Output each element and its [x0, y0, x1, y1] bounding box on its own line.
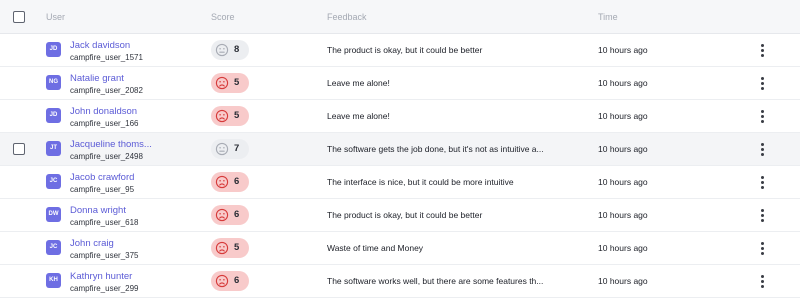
table-row[interactable]: JD Jack davidson campfire_user_1571 8 The pr…: [0, 34, 800, 67]
table-row[interactable]: JD John donaldson campfire_user_166 5 Leave …: [0, 100, 800, 133]
sad-face-icon: [215, 208, 229, 222]
column-header-feedback[interactable]: Feedback: [327, 12, 367, 22]
score-badge: 6: [211, 205, 249, 225]
user-handle: campfire_user_2498: [70, 152, 143, 161]
column-header-user[interactable]: User: [46, 12, 65, 22]
feedback-text: The interface is nice, but it could be m…: [327, 177, 514, 187]
neutral-face-icon: [215, 142, 229, 156]
sad-face-icon: [215, 109, 229, 123]
timestamp: 10 hours ago: [598, 210, 648, 220]
column-header-score[interactable]: Score: [211, 12, 235, 22]
score-value: 8: [234, 44, 240, 55]
avatar: NG: [46, 75, 61, 90]
avatar: JC: [46, 240, 61, 255]
feedback-text: Waste of time and Money: [327, 243, 424, 253]
score-value: 6: [234, 176, 240, 187]
user-handle: campfire_user_2082: [70, 86, 143, 95]
timestamp: 10 hours ago: [598, 144, 648, 154]
user-name-link[interactable]: John donaldson: [70, 106, 137, 117]
table-row[interactable]: JT Jacqueline thoms... campfire_user_2498 7…: [0, 133, 800, 166]
score-value: 6: [234, 209, 240, 220]
table-row[interactable]: KH Kathryn hunter campfire_user_299 6 The so…: [0, 265, 800, 298]
user-name-link[interactable]: Jacqueline thoms...: [70, 139, 152, 150]
user-handle: campfire_user_1571: [70, 53, 143, 62]
score-value: 5: [234, 242, 240, 253]
avatar: DW: [46, 207, 61, 222]
avatar: JD: [46, 108, 61, 123]
score-badge: 7: [211, 139, 249, 159]
table-row[interactable]: JC John craig campfire_user_375 5 Waste of t…: [0, 232, 800, 265]
sad-face-icon: [215, 175, 229, 189]
feedback-text: Leave me alone!: [327, 111, 390, 121]
score-badge: 8: [211, 40, 249, 60]
more-options-icon[interactable]: [757, 142, 769, 156]
feedback-text: The product is okay, but it could be bet…: [327, 45, 483, 55]
table-row[interactable]: NG Natalie grant campfire_user_2082 5 Leave …: [0, 67, 800, 100]
neutral-face-icon: [215, 43, 229, 57]
avatar: KH: [46, 273, 61, 288]
more-options-icon[interactable]: [757, 109, 769, 123]
timestamp: 10 hours ago: [598, 243, 648, 253]
more-options-icon[interactable]: [757, 274, 769, 288]
column-header-time[interactable]: Time: [598, 12, 618, 22]
score-badge: 5: [211, 238, 249, 258]
more-options-icon[interactable]: [757, 208, 769, 222]
sad-face-icon: [215, 76, 229, 90]
feedback-text: Leave me alone!: [327, 78, 390, 88]
score-badge: 5: [211, 73, 249, 93]
more-options-icon[interactable]: [757, 175, 769, 189]
user-name-link[interactable]: Natalie grant: [70, 73, 124, 84]
table-header: User Score Feedback Time: [0, 0, 800, 34]
user-name-link[interactable]: Jack davidson: [70, 40, 130, 51]
user-handle: campfire_user_299: [70, 284, 139, 293]
feedback-text: The product is okay, but it could be bet…: [327, 210, 483, 220]
more-options-icon[interactable]: [757, 76, 769, 90]
row-checkbox[interactable]: [13, 143, 25, 155]
user-handle: campfire_user_95: [70, 185, 135, 194]
sad-face-icon: [215, 241, 229, 255]
feedback-text: The software works well, but there are s…: [327, 276, 544, 286]
user-handle: campfire_user_618: [70, 218, 139, 227]
table-row[interactable]: JC Jacob crawford campfire_user_95 6 The int…: [0, 166, 800, 199]
table-row[interactable]: DW Donna wright campfire_user_618 6 The prod…: [0, 199, 800, 232]
timestamp: 10 hours ago: [598, 177, 648, 187]
more-options-icon[interactable]: [757, 241, 769, 255]
score-value: 5: [234, 110, 240, 121]
timestamp: 10 hours ago: [598, 111, 648, 121]
score-badge: 6: [211, 271, 249, 291]
user-name-link[interactable]: Donna wright: [70, 205, 126, 216]
sad-face-icon: [215, 274, 229, 288]
score-value: 5: [234, 77, 240, 88]
avatar: JC: [46, 174, 61, 189]
score-badge: 5: [211, 106, 249, 126]
score-badge: 6: [211, 172, 249, 192]
avatar: JT: [46, 141, 61, 156]
user-name-link[interactable]: Jacob crawford: [70, 172, 134, 183]
user-name-link[interactable]: John craig: [70, 238, 114, 249]
user-handle: campfire_user_166: [70, 119, 139, 128]
avatar: JD: [46, 42, 61, 57]
score-value: 6: [234, 275, 240, 286]
more-options-icon[interactable]: [757, 43, 769, 57]
timestamp: 10 hours ago: [598, 45, 648, 55]
user-name-link[interactable]: Kathryn hunter: [70, 271, 132, 282]
score-value: 7: [234, 143, 240, 154]
feedback-text: The software gets the job done, but it's…: [327, 144, 544, 154]
timestamp: 10 hours ago: [598, 78, 648, 88]
select-all-checkbox[interactable]: [13, 11, 25, 23]
user-handle: campfire_user_375: [70, 251, 139, 260]
timestamp: 10 hours ago: [598, 276, 648, 286]
